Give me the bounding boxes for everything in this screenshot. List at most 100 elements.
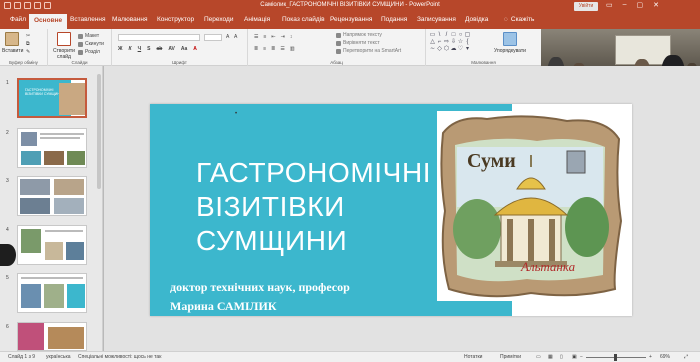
section-button[interactable]: Розділ — [78, 49, 100, 55]
copy-button[interactable]: ⧉ — [26, 41, 30, 47]
tab-transitions[interactable]: Переходи — [204, 16, 233, 23]
star-shape-icon[interactable]: ☆ — [457, 39, 464, 46]
font-name-dropdown[interactable] — [118, 34, 200, 41]
tab-view[interactable]: Подання — [381, 16, 407, 23]
italic-icon[interactable]: К — [129, 46, 132, 52]
tab-insert[interactable]: Вставлення — [70, 16, 106, 23]
slide-thumbnail-6[interactable] — [17, 322, 87, 351]
curve-shape-icon[interactable]: ∼ — [429, 46, 436, 53]
bullets-icon[interactable]: ☰ — [254, 34, 258, 40]
text-direction-button[interactable]: Напрямок тексту — [336, 32, 382, 38]
fit-slide-icon[interactable]: ⤢ — [684, 354, 688, 360]
arrow-shape-icon[interactable]: ⇨ — [443, 39, 450, 46]
columns-icon[interactable]: ▥ — [290, 46, 295, 52]
zoom-slider-thumb[interactable] — [614, 354, 617, 361]
textbox-shape-icon[interactable]: ▭ — [429, 32, 436, 39]
tell-me-search[interactable]: ◌ Скажіть — [504, 16, 534, 23]
align-right-icon[interactable]: ≣ — [271, 46, 275, 52]
slide-thumbnail-3[interactable] — [17, 176, 87, 216]
layout-button[interactable]: Макет — [78, 33, 99, 39]
decrease-indent-icon[interactable]: ⇤ — [271, 34, 275, 40]
triangle-shape-icon[interactable]: △ — [429, 39, 436, 46]
callout-shape-icon[interactable]: ◇ — [436, 46, 443, 53]
shapes-gallery[interactable]: ▭ \ / □ ○ ▢ △ ⌐ ⇨ ⇩ ☆{ ∼ ◇ ⬡ ☁ ♡ ▾ — [429, 32, 471, 54]
tab-animations[interactable]: Анімація — [244, 16, 270, 23]
tab-design[interactable]: Конструктор — [157, 16, 194, 23]
align-center-icon[interactable]: ≡ — [263, 46, 266, 52]
tab-home[interactable]: Основне — [29, 14, 68, 29]
slide-thumbnail-5[interactable] — [17, 273, 87, 313]
line-shape-icon[interactable]: \ — [436, 32, 443, 39]
rounded-shape-icon[interactable]: ▢ — [464, 32, 471, 39]
reset-button[interactable]: Скинути — [78, 41, 104, 47]
format-painter-button[interactable]: ✎ — [26, 49, 30, 55]
zoom-level[interactable]: 69% — [660, 354, 670, 360]
close-icon[interactable]: ✕ — [653, 1, 659, 9]
align-text-button[interactable]: Вирівняти текст — [336, 40, 380, 46]
decrease-font-button[interactable]: A — [234, 34, 237, 40]
tab-slideshow[interactable]: Показ слайдів — [282, 16, 325, 23]
increase-indent-icon[interactable]: ⇥ — [281, 34, 285, 40]
smartart-button[interactable]: Перетворити на SmartArt — [336, 48, 401, 54]
oval-shape-icon[interactable]: ○ — [457, 32, 464, 39]
accessibility-status[interactable]: Спеціальні можливості: щось не так — [78, 354, 161, 360]
slide-sorter-icon[interactable]: ▦ — [548, 354, 553, 360]
slide-thumbnail-4[interactable] — [17, 225, 87, 265]
brace-shape-icon[interactable]: { — [464, 39, 471, 46]
notes-button[interactable]: Нотатки — [464, 354, 482, 360]
cut-button[interactable]: ✂ — [26, 33, 30, 39]
bold-icon[interactable]: Ж — [118, 46, 123, 52]
slide-title[interactable]: ГАСТРОНОМІЧНІ ВІЗИТІВКИ СУМЩИНИ — [196, 156, 456, 258]
bend-shape-icon[interactable]: ⌐ — [436, 39, 443, 46]
reading-view-icon[interactable]: ▯ — [560, 354, 563, 360]
case-icon[interactable]: Aa — [181, 46, 187, 52]
font-size-dropdown[interactable] — [204, 34, 222, 41]
zoom-in-icon[interactable]: + — [649, 354, 652, 360]
slide-author-degree[interactable]: доктор технічних наук, професор — [170, 280, 350, 295]
heart-shape-icon[interactable]: ♡ — [457, 46, 464, 53]
shadow-icon[interactable]: S — [147, 46, 150, 52]
thumb-image — [20, 198, 50, 214]
rect-shape-icon[interactable]: □ — [450, 32, 457, 39]
signin-button[interactable]: Увійти — [574, 2, 598, 11]
zoom-out-icon[interactable]: − — [580, 354, 583, 360]
tab-file[interactable]: Файл — [10, 16, 26, 23]
scissors-icon: ✂ — [26, 33, 31, 39]
hex-shape-icon[interactable]: ⬡ — [443, 46, 450, 53]
font-color-icon[interactable]: A — [193, 46, 197, 52]
more-shapes-icon[interactable]: ▾ — [464, 46, 471, 53]
slide-thumbnail-2[interactable] — [17, 128, 87, 168]
thumbnail-scrollbar[interactable] — [97, 74, 101, 189]
increase-font-button[interactable]: A — [226, 34, 229, 40]
underline-icon[interactable]: Ч — [138, 46, 142, 52]
normal-view-icon[interactable]: ▭ — [536, 354, 541, 360]
tab-recording[interactable]: Записування — [417, 16, 456, 23]
souvenir-picture[interactable]: Суми Альтанка — [437, 111, 625, 301]
current-slide[interactable]: ГАСТРОНОМІЧНІ ВІЗИТІВКИ СУМЩИНИ доктор т… — [150, 104, 632, 316]
slide-thumbnail-1[interactable]: ГАСТРОНОМІЧНІ ВІЗИТІВКИ СУМЩИНИ — [17, 78, 87, 118]
comments-button[interactable]: Примітки — [500, 354, 521, 360]
slideshow-view-icon[interactable]: ▣ — [572, 354, 577, 360]
arrange-button[interactable]: Упорядкувати — [492, 32, 528, 54]
minimize-icon[interactable]: – — [623, 1, 627, 9]
arrow2-shape-icon[interactable]: ⇩ — [450, 39, 457, 46]
strikethrough-icon[interactable]: ab — [156, 46, 162, 52]
slide-thumbnail-pane: 1 ГАСТРОНОМІЧНІ ВІЗИТІВКИ СУМЩИНИ 2 3 4 … — [0, 66, 103, 351]
slide-editor-canvas: ГАСТРОНОМІЧНІ ВІЗИТІВКИ СУМЩИНИ доктор т… — [104, 66, 700, 351]
language-status[interactable]: українська — [46, 354, 71, 360]
numbering-icon[interactable]: ≡ — [263, 34, 266, 40]
tab-draw[interactable]: Малювання — [112, 16, 147, 23]
tab-help[interactable]: Довідка — [465, 16, 488, 23]
line2-shape-icon[interactable]: / — [443, 32, 450, 39]
cloud-shape-icon[interactable]: ☁ — [450, 46, 457, 53]
tab-review[interactable]: Рецензування — [330, 16, 372, 23]
spacing-icon[interactable]: AV — [168, 46, 175, 52]
line-spacing-icon[interactable]: ↕ — [290, 34, 293, 40]
justify-icon[interactable]: ☰ — [280, 46, 284, 52]
new-slide-button[interactable]: Створити слайд — [52, 32, 76, 60]
slide-author-name[interactable]: Марина САМІЛИК — [170, 299, 277, 314]
align-left-icon[interactable]: ≣ — [254, 46, 258, 52]
ribbon-display-icon[interactable]: ▭ — [606, 1, 613, 9]
maximize-icon[interactable]: ▢ — [637, 1, 644, 9]
paste-button[interactable]: Вставити — [2, 32, 23, 54]
